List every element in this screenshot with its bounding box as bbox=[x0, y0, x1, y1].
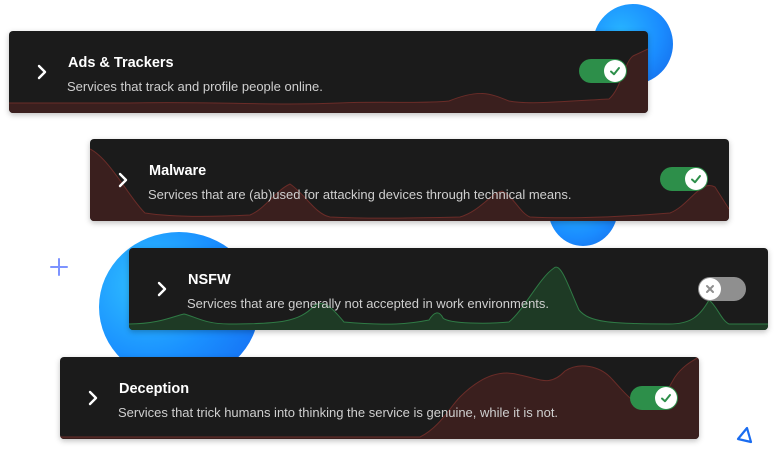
category-title: Ads & Trackers bbox=[68, 55, 174, 71]
toggle-knob bbox=[699, 278, 721, 300]
chevron-right-icon[interactable] bbox=[35, 64, 49, 80]
triangle-icon bbox=[736, 426, 753, 444]
x-icon bbox=[706, 285, 714, 293]
activity-wave bbox=[90, 148, 729, 221]
deception-toggle[interactable] bbox=[630, 386, 678, 410]
nsfw-toggle[interactable] bbox=[698, 277, 746, 301]
category-card-deception: Deception Services that trick humans int… bbox=[60, 357, 699, 439]
category-card-malware: Malware Services that are (ab)used for a… bbox=[90, 139, 729, 221]
category-card-nsfw: NSFW Services that are generally not acc… bbox=[129, 248, 768, 330]
toggle-knob bbox=[655, 387, 677, 409]
plus-icon bbox=[50, 258, 68, 276]
activity-wave bbox=[60, 357, 699, 439]
check-icon bbox=[610, 67, 620, 76]
category-title: Malware bbox=[149, 163, 207, 179]
category-title: Deception bbox=[119, 381, 190, 397]
category-card-ads-trackers: Ads & Trackers Services that track and p… bbox=[9, 31, 648, 113]
check-icon bbox=[691, 175, 701, 184]
chevron-right-icon[interactable] bbox=[116, 172, 130, 188]
toggle-knob bbox=[685, 168, 707, 190]
chevron-right-icon[interactable] bbox=[155, 281, 169, 297]
category-description: Services that are generally not accepted… bbox=[187, 296, 550, 311]
activity-wave bbox=[9, 48, 648, 113]
chevron-right-icon[interactable] bbox=[86, 390, 100, 406]
category-description: Services that are (ab)used for attacking… bbox=[148, 187, 572, 202]
category-description: Services that trick humans into thinking… bbox=[118, 405, 559, 420]
category-title: NSFW bbox=[188, 272, 231, 288]
malware-toggle[interactable] bbox=[660, 167, 708, 191]
activity-wave bbox=[129, 266, 768, 330]
toggle-knob bbox=[604, 60, 626, 82]
category-description: Services that track and profile people o… bbox=[67, 79, 323, 94]
ads-trackers-toggle[interactable] bbox=[579, 59, 627, 83]
check-icon bbox=[661, 394, 671, 403]
